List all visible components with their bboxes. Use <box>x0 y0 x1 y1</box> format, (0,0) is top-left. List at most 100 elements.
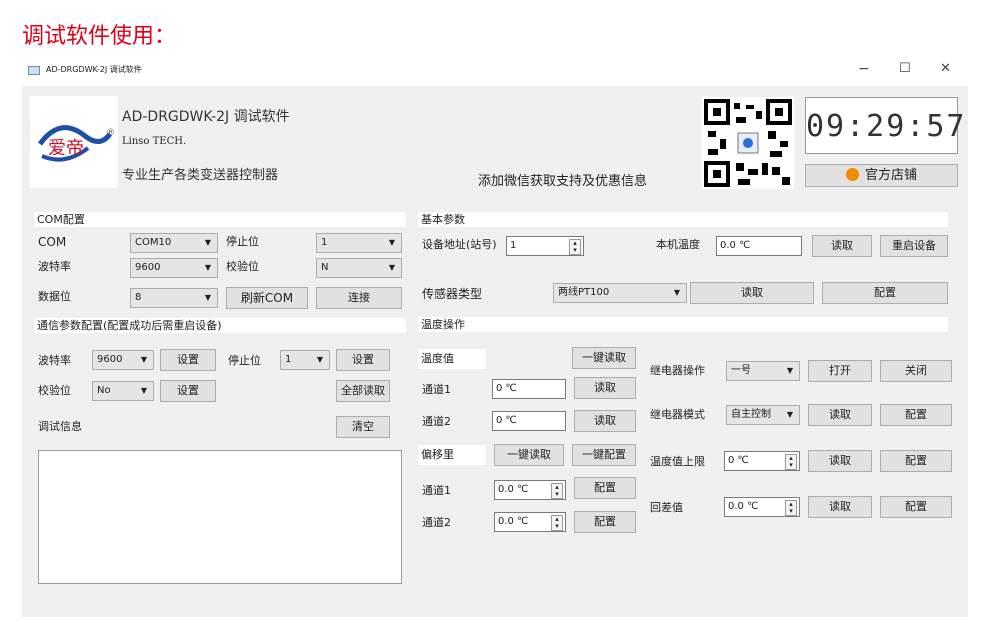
parity-select[interactable]: N ▼ <box>316 258 402 278</box>
spin-arrows-icon[interactable]: ▴ ▾ <box>785 454 797 470</box>
read-all-button[interactable]: 全部读取 <box>336 380 390 402</box>
qr-code <box>702 97 794 189</box>
channel1-temp-field[interactable]: 0 ℃ <box>492 379 566 399</box>
address-spinbox[interactable]: 1 ▴ ▾ <box>506 236 584 256</box>
chevron-down-icon: ▼ <box>786 366 793 375</box>
window-title: AD-DRGDWK-2J 调试软件 <box>46 65 142 74</box>
hysteresis-label: 回差值 <box>650 501 683 514</box>
debug-log-area[interactable] <box>38 450 402 584</box>
stop-bit-label: 停止位 <box>226 235 259 248</box>
upper-limit-config-button[interactable]: 配置 <box>880 450 952 472</box>
sensor-type-select[interactable]: 两线PT100 ▼ <box>553 283 687 303</box>
baud-value: 9600 <box>135 262 161 273</box>
sensor-type-value: 两线PT100 <box>558 287 610 298</box>
offset-one-key-read-button[interactable]: 一键读取 <box>494 444 564 466</box>
spin-arrows-icon[interactable]: ▴ ▾ <box>551 483 563 499</box>
local-temp-label: 本机温度 <box>656 238 700 251</box>
local-temp-field[interactable]: 0.0 ℃ <box>716 236 802 256</box>
address-label: 设备地址(站号) <box>422 238 497 251</box>
com-label: COM <box>38 235 67 249</box>
maximize-icon[interactable]: ☐ <box>899 61 911 76</box>
comm-params-title: 通信参数配置(配置成功后需重启设备) <box>34 318 406 333</box>
relay-open-button[interactable]: 打开 <box>808 360 872 382</box>
upper-limit-read-button[interactable]: 读取 <box>808 450 872 472</box>
chevron-down-icon: ▼ <box>140 355 147 364</box>
channel1-offset-spinbox[interactable]: 0.0 ℃ ▴ ▾ <box>494 480 566 500</box>
close-icon[interactable]: ✕ <box>940 61 951 76</box>
wechat-text: 添加微信获取支持及优惠信息 <box>478 174 648 189</box>
comm-baud-select[interactable]: 9600 ▼ <box>92 350 154 370</box>
comm-parity-value: No <box>97 385 111 396</box>
app-icon <box>28 66 40 75</box>
spin-arrows-icon[interactable]: ▴ ▾ <box>785 500 797 516</box>
refresh-com-button[interactable]: 刷新COM <box>226 287 308 309</box>
chevron-down-icon: ▼ <box>316 355 323 364</box>
baud-select[interactable]: 9600 ▼ <box>130 258 218 278</box>
channel1-label: 通道1 <box>422 383 451 396</box>
brand-en: Linso TECH. <box>122 136 187 147</box>
clear-button[interactable]: 清空 <box>336 416 390 438</box>
offset-channel2-label: 通道2 <box>422 516 451 529</box>
spin-arrows-icon[interactable]: ▴ ▾ <box>569 239 581 255</box>
temp-one-key-read-button[interactable]: 一键读取 <box>572 347 636 369</box>
chevron-down-icon: ▼ <box>140 386 147 395</box>
debug-label: 调试信息 <box>38 420 82 433</box>
clock-display: 09:29:57 <box>805 97 965 154</box>
chevron-down-icon: ▼ <box>204 238 211 247</box>
comm-stop-bit-select[interactable]: 1 ▼ <box>280 350 330 370</box>
upper-limit-spinbox[interactable]: 0 ℃ ▴ ▾ <box>724 451 800 471</box>
channel2-offset-spinbox[interactable]: 0.0 ℃ ▴ ▾ <box>494 512 566 532</box>
logo: 爱帝 <box>30 96 118 188</box>
stop-bit-select[interactable]: 1 ▼ <box>316 233 402 253</box>
sensor-read-button[interactable]: 读取 <box>690 282 814 304</box>
com-config-title: COM配置 <box>34 212 406 227</box>
data-bits-select[interactable]: 8 ▼ <box>130 288 218 308</box>
shop-button[interactable]: 官方店铺 <box>805 164 958 187</box>
minimize-icon[interactable]: − <box>858 61 870 77</box>
channel1-read-button[interactable]: 读取 <box>574 377 636 399</box>
data-bits-value: 8 <box>135 292 142 303</box>
basic-params-title: 基本参数 <box>418 212 948 227</box>
relay-op-label: 继电器操作 <box>650 364 705 377</box>
chevron-down-icon: ▼ <box>388 263 395 272</box>
relay-mode-select[interactable]: 自主控制 ▼ <box>726 405 800 425</box>
comm-baud-label: 波特率 <box>38 354 71 367</box>
offset-one-key-config-button[interactable]: 一键配置 <box>572 444 636 466</box>
shop-button-label: 官方店铺 <box>864 168 917 183</box>
relay-close-button[interactable]: 关闭 <box>880 360 952 382</box>
tagline: 专业生产各类变送器控制器 <box>122 168 279 183</box>
relay-mode-read-button[interactable]: 读取 <box>808 404 872 426</box>
spin-arrows-icon[interactable]: ▴ ▾ <box>551 515 563 531</box>
com-select[interactable]: COM10 ▼ <box>130 233 218 253</box>
channel1-offset-value: 0.0 ℃ <box>498 484 529 495</box>
relay-op-value: 一号 <box>731 365 751 376</box>
comm-baud-set-button[interactable]: 设置 <box>160 349 216 371</box>
stop-bit-value: 1 <box>321 237 328 248</box>
hysteresis-read-button[interactable]: 读取 <box>808 496 872 518</box>
sensor-type-label: 传感器类型 <box>422 287 483 301</box>
brand-logo-text: 爱帝 <box>48 138 84 159</box>
channel2-temp-field[interactable]: 0 ℃ <box>492 411 566 431</box>
channel1-offset-config-button[interactable]: 配置 <box>574 477 636 499</box>
hysteresis-spinbox[interactable]: 0.0 ℃ ▴ ▾ <box>724 497 800 517</box>
channel2-label: 通道2 <box>422 415 451 428</box>
relay-mode-config-button[interactable]: 配置 <box>880 404 952 426</box>
restart-device-button[interactable]: 重启设备 <box>880 235 948 257</box>
comm-parity-select[interactable]: No ▼ <box>92 381 154 401</box>
local-temp-read-button[interactable]: 读取 <box>812 235 872 257</box>
channel2-offset-config-button[interactable]: 配置 <box>574 511 636 533</box>
comm-stop-bit-set-button[interactable]: 设置 <box>336 349 390 371</box>
registered-mark: ® <box>106 128 115 138</box>
sensor-config-button[interactable]: 配置 <box>822 282 948 304</box>
data-bits-label: 数据位 <box>38 290 71 303</box>
chevron-down-icon: ▼ <box>204 293 211 302</box>
com-select-value: COM10 <box>135 237 172 248</box>
hysteresis-config-button[interactable]: 配置 <box>880 496 952 518</box>
upper-limit-label: 温度值上限 <box>650 455 705 468</box>
connect-button[interactable]: 连接 <box>316 287 402 309</box>
channel2-read-button[interactable]: 读取 <box>574 410 636 432</box>
comm-stop-bit-label: 停止位 <box>228 354 261 367</box>
comm-parity-set-button[interactable]: 设置 <box>160 380 216 402</box>
relay-op-select[interactable]: 一号 ▼ <box>726 361 800 381</box>
baud-label: 波特率 <box>38 260 71 273</box>
